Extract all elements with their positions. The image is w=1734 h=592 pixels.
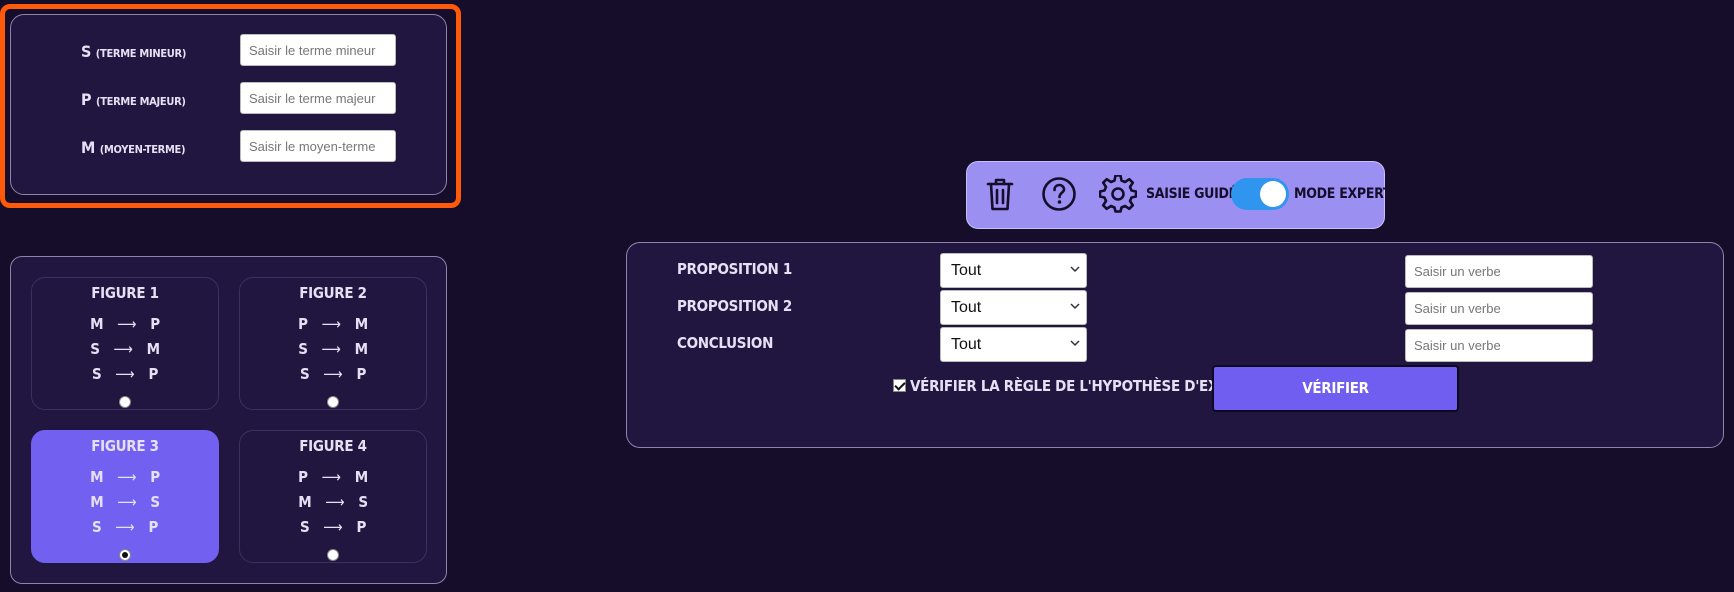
gear-icon[interactable] (1099, 175, 1137, 213)
middle-term-desc: (MOYEN-TERME) (99, 143, 186, 156)
arrow-icon: ⟶ (325, 493, 345, 511)
major-term-letter: P (81, 90, 92, 109)
chevron-down-icon (1070, 303, 1080, 310)
propositions-panel: PROPOSITION 1 Tout PROPOSITION 2 Tout CO… (626, 242, 1724, 448)
figure-line: P ⟶ M (240, 465, 426, 490)
arrow-icon: ⟶ (115, 518, 135, 536)
proposition-1-label: PROPOSITION 1 (677, 260, 793, 278)
arrow-icon: ⟶ (115, 365, 135, 383)
arrow-icon: ⟶ (113, 340, 133, 358)
toolbar: SAISIE GUIDÉE MODE EXPERT (966, 161, 1392, 229)
select-value: Tout (951, 299, 982, 316)
figure-line: M ⟶ S (240, 490, 426, 515)
arrow-icon: ⟶ (321, 315, 341, 333)
figure-line: S ⟶ M (32, 337, 218, 362)
middle-term-label: M (MOYEN-TERME) (81, 138, 251, 157)
arrow-icon: ⟶ (321, 340, 341, 358)
figure-title: FIGURE 2 (299, 284, 367, 302)
figures-panel: FIGURE 1 M ⟶ P S ⟶ M S ⟶ P FIGURE 2 P ⟶ M S ⟶ M S ⟶… (10, 256, 447, 584)
term-row-major: P (TERME MAJEUR) (11, 82, 446, 116)
figure-card-4[interactable]: FIGURE 4 P ⟶ M M ⟶ S S ⟶ P (239, 430, 427, 563)
arrow-icon: ⟶ (117, 468, 137, 486)
chevron-down-icon (1070, 266, 1080, 273)
proposition-1-verb-input[interactable] (1405, 255, 1593, 288)
arrow-icon: ⟶ (321, 468, 341, 486)
proposition-2-verb-input[interactable] (1405, 292, 1593, 325)
figure-radio-2[interactable] (327, 396, 339, 408)
figure-line: S ⟶ P (240, 362, 426, 387)
figure-card-1[interactable]: FIGURE 1 M ⟶ P S ⟶ M S ⟶ P (31, 277, 219, 410)
expert-mode-label: MODE EXPERT (1294, 186, 1392, 202)
major-term-input[interactable] (240, 82, 396, 114)
minor-term-label: S (TERME MINEUR) (81, 42, 251, 61)
figure-radio-3[interactable] (119, 549, 131, 561)
figure-radio-1[interactable] (119, 396, 131, 408)
proposition-1-quantifier-select[interactable]: Tout (940, 253, 1087, 288)
verify-button[interactable]: VÉRIFIER (1212, 365, 1459, 412)
figure-line: S ⟶ P (32, 515, 218, 540)
figure-line: S ⟶ M (240, 337, 426, 362)
arrow-icon: ⟶ (323, 518, 343, 536)
conclusion-label: CONCLUSION (677, 334, 774, 352)
figure-line: M ⟶ S (32, 490, 218, 515)
chevron-down-icon (1070, 340, 1080, 347)
figure-card-2[interactable]: FIGURE 2 P ⟶ M S ⟶ M S ⟶ P (239, 277, 427, 410)
figure-card-3[interactable]: FIGURE 3 M ⟶ P M ⟶ S S ⟶ P (31, 430, 219, 563)
figure-title: FIGURE 4 (299, 437, 367, 455)
figure-line: M ⟶ P (32, 312, 218, 337)
major-term-desc: (TERME MAJEUR) (95, 95, 186, 108)
conclusion-verb-input[interactable] (1405, 329, 1593, 362)
minor-term-input[interactable] (240, 34, 396, 66)
trash-icon[interactable] (981, 175, 1019, 213)
term-row-minor: S (TERME MINEUR) (11, 34, 446, 68)
minor-term-desc: (TERME MINEUR) (95, 47, 187, 60)
term-row-middle: M (MOYEN-TERME) (11, 130, 446, 164)
arrow-icon: ⟶ (323, 365, 343, 383)
middle-term-letter: M (81, 138, 96, 157)
figure-radio-4[interactable] (327, 549, 339, 561)
figure-line: P ⟶ M (240, 312, 426, 337)
arrow-icon: ⟶ (117, 493, 137, 511)
select-value: Tout (951, 262, 982, 279)
proposition-2-quantifier-select[interactable]: Tout (940, 290, 1087, 325)
middle-term-input[interactable] (240, 130, 396, 162)
existence-checkbox[interactable] (893, 379, 906, 392)
conclusion-quantifier-select[interactable]: Tout (940, 327, 1087, 362)
figure-line: S ⟶ P (240, 515, 426, 540)
major-term-label: P (TERME MAJEUR) (81, 90, 251, 109)
toggle-knob (1260, 181, 1286, 207)
minor-term-letter: S (81, 42, 92, 61)
figure-title: FIGURE 3 (91, 437, 159, 455)
select-value: Tout (951, 336, 982, 353)
proposition-2-label: PROPOSITION 2 (677, 297, 793, 315)
figure-line: M ⟶ P (32, 465, 218, 490)
arrow-icon: ⟶ (117, 315, 137, 333)
terms-panel: S (TERME MINEUR) P (TERME MAJEUR) M (MOY… (10, 14, 447, 195)
mode-toggle-switch[interactable] (1231, 178, 1289, 210)
figure-title: FIGURE 1 (91, 284, 159, 302)
figure-line: S ⟶ P (32, 362, 218, 387)
help-icon[interactable] (1040, 175, 1078, 213)
